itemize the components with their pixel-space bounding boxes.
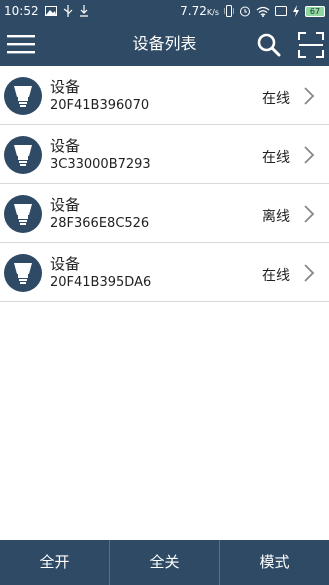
device-status: 离线 — [262, 209, 290, 225]
charging-icon — [292, 5, 300, 17]
lightbulb-icon — [14, 204, 32, 225]
device-status: 在线 — [262, 91, 290, 107]
device-id: 20F41B396070 — [50, 98, 150, 113]
usb-icon — [63, 5, 73, 17]
alarm-icon — [239, 5, 251, 17]
mode-button[interactable]: 模式 — [220, 540, 329, 585]
device-id: 3C33000B7293 — [50, 157, 151, 172]
all-off-button[interactable]: 全关 — [110, 540, 220, 585]
sim-icon — [275, 6, 287, 16]
chevron-right-icon — [304, 264, 315, 282]
device-id: 20F41B395DA6 — [50, 275, 152, 290]
device-list: 设备 20F41B396070 在线 设备 3C33000B7293 在线 设备… — [0, 66, 329, 302]
device-status: 在线 — [262, 268, 290, 284]
download-icon — [79, 5, 89, 17]
device-name: 设备 — [50, 78, 81, 96]
all-on-button[interactable]: 全开 — [0, 540, 110, 585]
device-row[interactable]: 设备 3C33000B7293 在线 — [0, 125, 329, 184]
device-avatar — [4, 195, 42, 233]
search-button[interactable] — [256, 32, 282, 58]
app-bar: 设备列表 — [0, 22, 329, 66]
chevron-right-icon — [304, 205, 315, 223]
device-avatar — [4, 77, 42, 115]
vibrate-icon — [224, 5, 234, 17]
status-bar: 10:52 7.72K/s 67 — [0, 0, 329, 22]
device-name: 设备 — [50, 137, 81, 155]
chevron-right-icon — [304, 146, 315, 164]
wifi-icon — [256, 6, 270, 17]
lightbulb-icon — [14, 145, 32, 166]
device-avatar — [4, 254, 42, 292]
network-speed: 7.72K/s — [180, 4, 219, 18]
clock: 10:52 — [4, 4, 39, 18]
scan-button[interactable] — [298, 32, 324, 58]
battery-icon: 67 — [305, 5, 325, 17]
device-row[interactable]: 设备 28F366E8C526 离线 — [0, 184, 329, 243]
device-name: 设备 — [50, 255, 81, 273]
lightbulb-icon — [14, 263, 32, 284]
device-name: 设备 — [50, 196, 81, 214]
image-icon — [44, 6, 57, 16]
device-row[interactable]: 设备 20F41B396070 在线 — [0, 66, 329, 125]
device-status: 在线 — [262, 150, 290, 166]
search-icon — [257, 33, 281, 57]
device-avatar — [4, 136, 42, 174]
bottom-action-bar: 全开 全关 模式 — [0, 540, 329, 585]
scan-icon — [298, 32, 324, 58]
device-row[interactable]: 设备 20F41B395DA6 在线 — [0, 243, 329, 302]
device-id: 28F366E8C526 — [50, 216, 150, 231]
lightbulb-icon — [14, 86, 32, 107]
chevron-right-icon — [304, 87, 315, 105]
